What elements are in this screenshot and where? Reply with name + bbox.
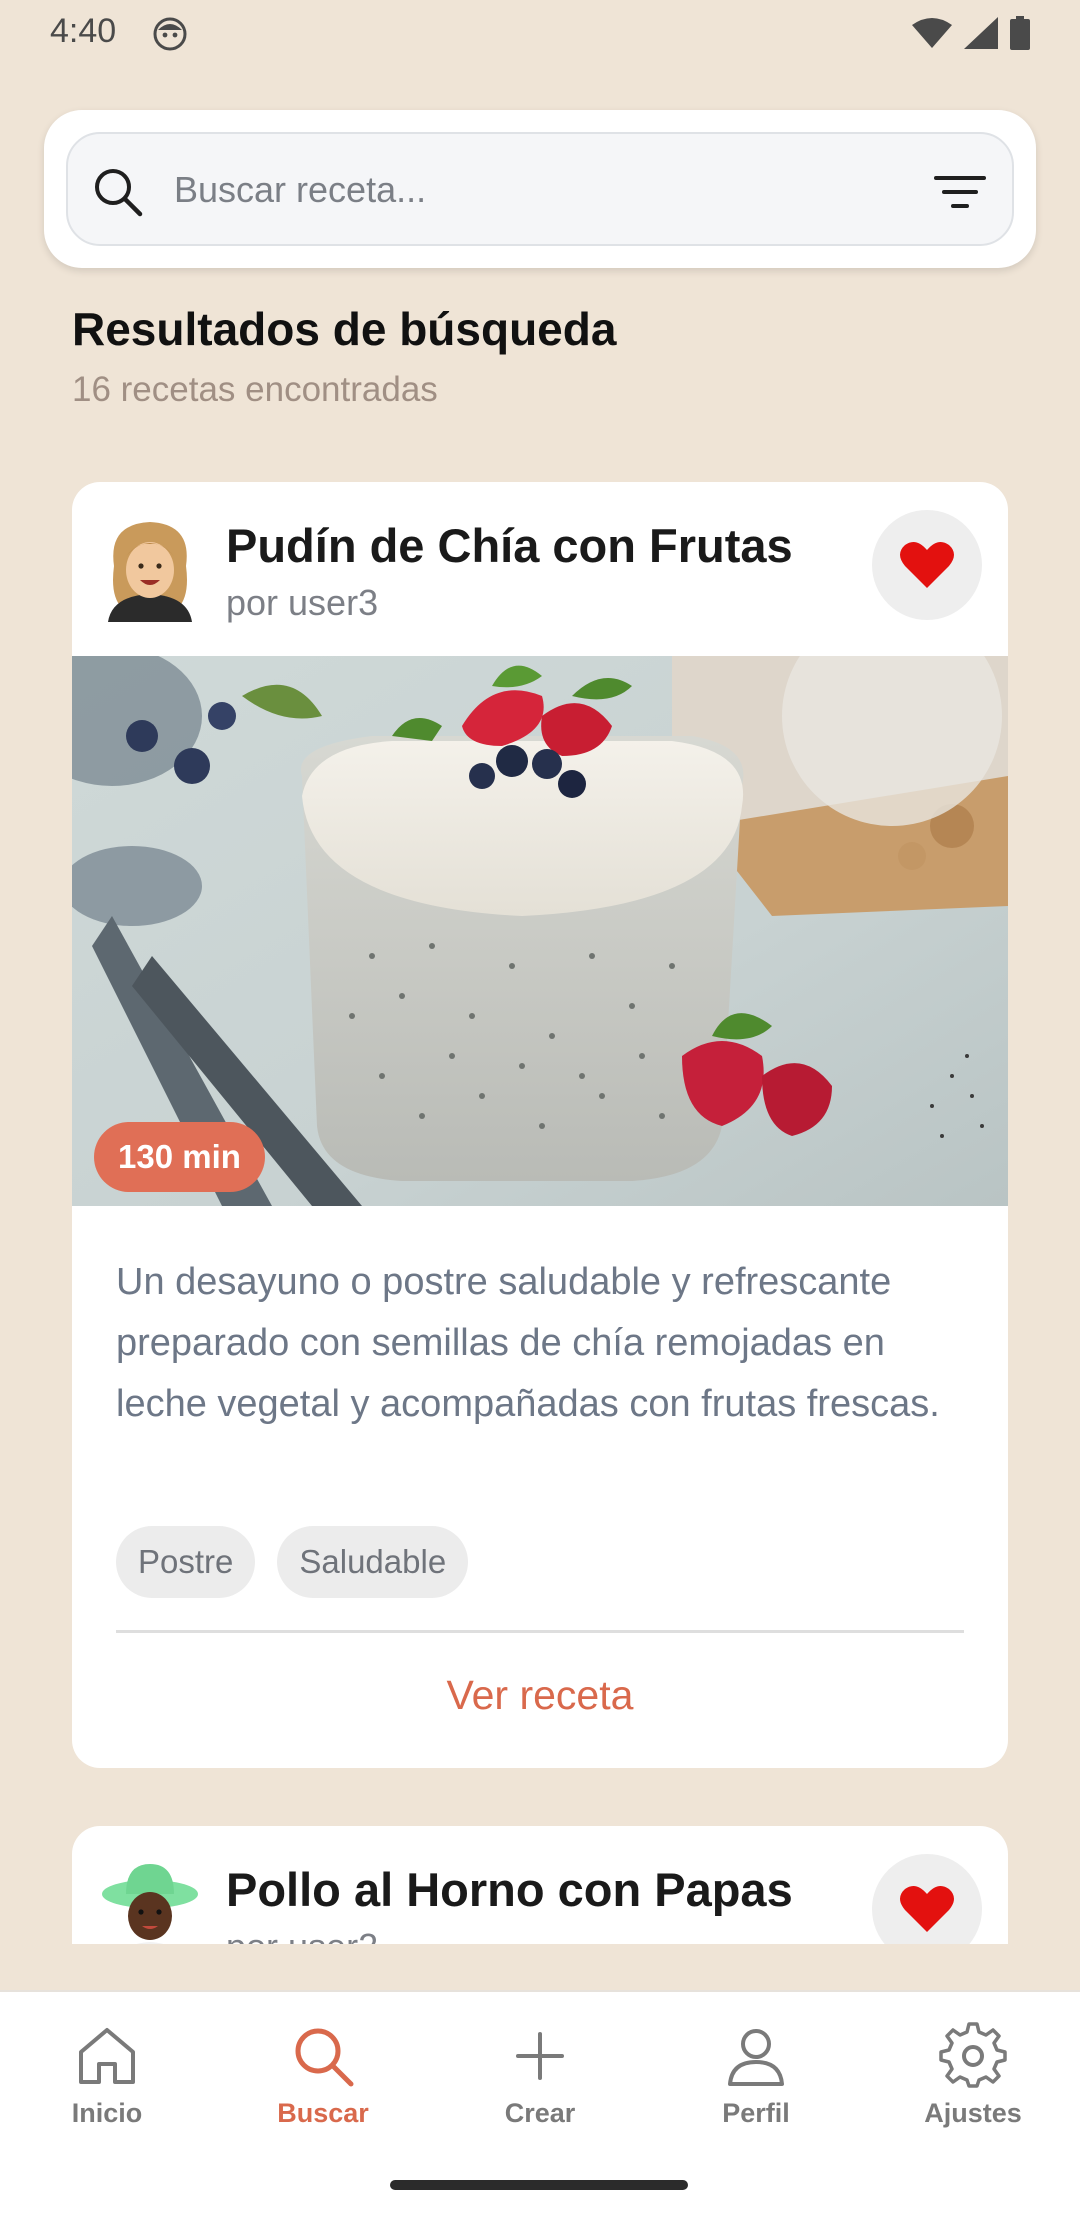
recipe-title[interactable]: Pudín de Chía con Frutas (226, 518, 793, 573)
results-title: Resultados de búsqueda (72, 303, 617, 355)
search-card (44, 110, 1036, 268)
nav-label: Crear (504, 2098, 576, 2128)
search-input[interactable] (174, 154, 854, 226)
nav-label: Perfil (722, 2098, 790, 2128)
person-icon (728, 2029, 784, 2086)
recipe-author: por user3 (226, 582, 379, 623)
user-avatar (102, 1864, 198, 1944)
status-icons (912, 14, 1030, 52)
time-badge: 130 min (94, 1122, 265, 1192)
recipe-card[interactable]: Pollo al Horno con Papas por user2 (72, 1826, 1008, 1944)
tag-list: Postre Saludable (116, 1526, 469, 1598)
favorite-button[interactable] (872, 1854, 982, 1944)
nav-item-ajustes[interactable]: Ajustes (888, 2022, 1058, 2142)
home-icon (79, 2028, 135, 2084)
gear-icon (939, 2022, 1007, 2088)
recipe-author: por user2 (226, 1926, 378, 1944)
nav-label: Inicio (71, 2098, 143, 2128)
signal-icon (964, 17, 998, 49)
notification-face-icon (153, 17, 187, 51)
status-bar: 4:40 (0, 0, 1080, 66)
recipe-description: Un desayuno o postre saludable y refresc… (116, 1261, 940, 1425)
tag[interactable]: Postre (116, 1526, 256, 1598)
nav-label: Ajustes (924, 2098, 1022, 2128)
recipe-title[interactable]: Pollo al Horno con Papas (226, 1862, 793, 1917)
tag[interactable]: Saludable (277, 1526, 469, 1598)
status-time: 4:40 (50, 12, 117, 50)
view-recipe-link[interactable]: Ver receta (72, 1672, 1008, 1719)
recipe-card[interactable]: Pudín de Chía con Frutas por user3 130 m… (72, 482, 1008, 1768)
search-box[interactable] (66, 132, 1014, 246)
nav-item-buscar[interactable]: Buscar (238, 2022, 408, 2142)
home-indicator[interactable] (390, 2180, 688, 2190)
nav-item-crear[interactable]: Crear (455, 2022, 625, 2142)
heart-icon (900, 541, 954, 588)
search-icon (95, 169, 143, 217)
wifi-icon (912, 18, 952, 48)
favorite-button[interactable] (872, 510, 982, 620)
divider (116, 1630, 964, 1633)
battery-icon (1010, 16, 1030, 50)
user-avatar (108, 522, 192, 622)
nav-label: Buscar (277, 2098, 369, 2128)
filter-icon[interactable] (932, 170, 988, 214)
results-count: 16 recetas encontradas (72, 370, 438, 409)
search-icon (295, 2028, 354, 2087)
nav-item-inicio[interactable]: Inicio (22, 2022, 192, 2142)
plus-icon (516, 2032, 564, 2080)
heart-icon (900, 1885, 954, 1932)
nav-item-perfil[interactable]: Perfil (671, 2022, 841, 2142)
recipe-image[interactable]: 130 min (72, 656, 1008, 1206)
